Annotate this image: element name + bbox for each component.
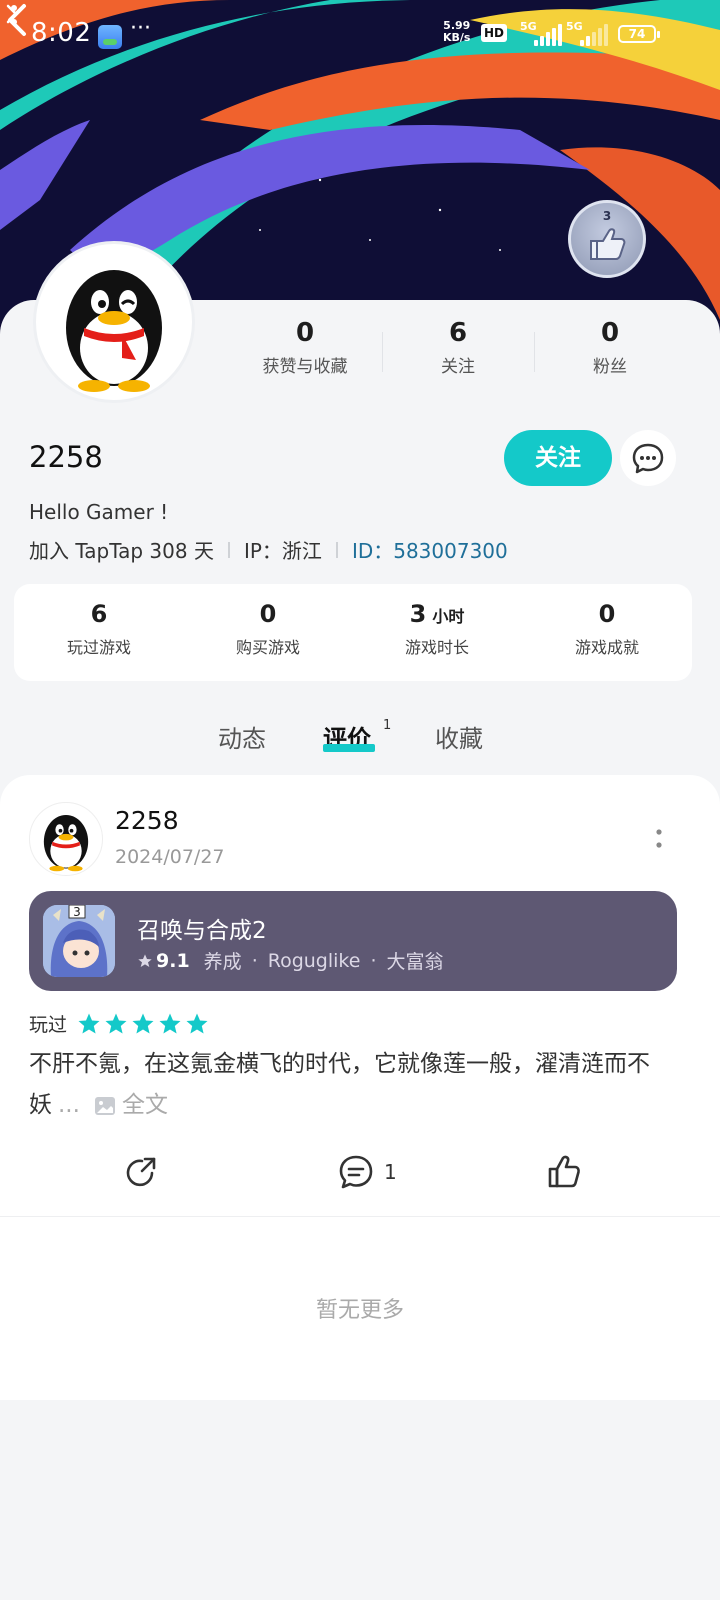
- divider: [227, 541, 230, 558]
- star-icon: [186, 1013, 208, 1033]
- no-more-text: 暂无更多: [315, 1298, 404, 1323]
- star-icon: [132, 1013, 154, 1033]
- joined-days: 加入 TapTap 308 天: [29, 539, 214, 563]
- penguin-avatar-icon: [43, 815, 89, 872]
- review-ellipsis: ...: [58, 1092, 80, 1118]
- game-tag: 大富翁: [386, 951, 444, 973]
- share-button[interactable]: [122, 1148, 160, 1196]
- comment-icon: [339, 1155, 373, 1189]
- stat-games-purchased[interactable]: 0 购买游戏: [183, 600, 353, 658]
- stat-games-played[interactable]: 6 玩过游戏: [14, 600, 184, 658]
- bio: Hello Gamer !: [29, 500, 169, 524]
- ip-location: IP：浙江: [243, 539, 322, 563]
- star-icon: [138, 953, 152, 967]
- divider: [335, 541, 338, 558]
- stat-play-time[interactable]: 3 小时 游戏时长: [352, 600, 522, 658]
- more-vertical-icon[interactable]: [650, 826, 668, 852]
- username: 2258: [29, 440, 103, 474]
- game-score: 9.1: [156, 949, 190, 972]
- chat-bubble-icon: [632, 443, 664, 474]
- game-icon: 3: [43, 905, 115, 977]
- star-icon: [78, 1013, 100, 1033]
- game-stats-card: 6 玩过游戏 0 购买游戏 3 小时 游戏时长 0 游戏成就: [14, 584, 692, 681]
- tab-activity[interactable]: 动态: [218, 719, 266, 754]
- game-tag: 养成: [203, 951, 242, 973]
- image-icon: [94, 1096, 115, 1115]
- review-body[interactable]: 不肝不氪，在这氪金横飞的时代，它就像莲一般，濯清涟而不妖... 全文: [29, 1044, 679, 1126]
- hd-voice-icon: HD: [481, 24, 508, 42]
- active-tab-indicator: [323, 744, 375, 752]
- follow-button[interactable]: 关注: [504, 430, 612, 486]
- stat-following[interactable]: 6 关注: [383, 318, 533, 377]
- status-time: 8:02: [31, 18, 92, 48]
- game-title: 召唤与合成2: [137, 918, 267, 944]
- review-author-avatar[interactable]: [29, 802, 103, 876]
- full-text-link[interactable]: 全文: [122, 1092, 168, 1118]
- network-speed: 5.99 KB/s: [443, 19, 471, 44]
- game-character-icon: 3: [43, 905, 115, 977]
- user-id[interactable]: ID：583007300: [352, 535, 508, 564]
- share-icon: [126, 1157, 156, 1187]
- divider: [0, 1216, 720, 1217]
- avatar[interactable]: [36, 244, 192, 400]
- stat-followers[interactable]: 0 粉丝: [535, 318, 685, 377]
- thumbs-up-badge-icon: [590, 228, 626, 260]
- gallery-notification-icon: [98, 25, 122, 49]
- signal-strength-icon: 5G: [566, 20, 614, 48]
- played-label: 玩过: [29, 1014, 68, 1036]
- reviewed-game-card[interactable]: 3 召唤与合成2 9.1 养成 · Roguglike · 大富翁: [29, 891, 677, 991]
- game-tag: Roguglike: [267, 949, 361, 972]
- battery-icon: 74: [618, 25, 660, 43]
- star-icon: [105, 1013, 127, 1033]
- stat-likes-favorites[interactable]: 0 获赞与收藏: [230, 318, 380, 377]
- comment-count: 1: [384, 1160, 397, 1184]
- review-date: 2024/07/27: [115, 846, 225, 868]
- tab-favorites[interactable]: 收藏: [435, 719, 483, 754]
- rating-stars: [77, 1012, 212, 1036]
- reviews-count: 1: [383, 718, 392, 733]
- level-badge[interactable]: 3: [568, 200, 646, 278]
- review-author-name[interactable]: 2258: [115, 806, 179, 835]
- status-bar: 8:02 ··· 5.99 KB/s HD 5G 5G 74: [0, 0, 720, 72]
- more-notifications-icon: ···: [130, 16, 151, 41]
- play-status-rating: 玩过: [29, 1010, 212, 1037]
- signal-strength-icon: 5G: [520, 20, 568, 48]
- stat-achievements[interactable]: 0 游戏成就: [522, 600, 692, 658]
- penguin-avatar-icon: [66, 270, 162, 392]
- profile-tabs: 动态 评价 收藏: [0, 713, 720, 763]
- comment-button[interactable]: 1: [336, 1148, 397, 1196]
- svg-text:3: 3: [73, 905, 81, 919]
- thumbs-up-icon: [548, 1155, 580, 1188]
- profile-meta: 加入 TapTap 308 天 IP：浙江 ID：583007300: [29, 535, 508, 564]
- chevron-right-icon[interactable]: [0, 0, 24, 28]
- star-icon: [159, 1013, 181, 1033]
- message-button[interactable]: [620, 430, 676, 486]
- game-meta: 9.1 养成 · Roguglike · 大富翁: [137, 947, 444, 974]
- like-button[interactable]: [544, 1148, 584, 1196]
- review-actions: 1: [0, 1148, 720, 1196]
